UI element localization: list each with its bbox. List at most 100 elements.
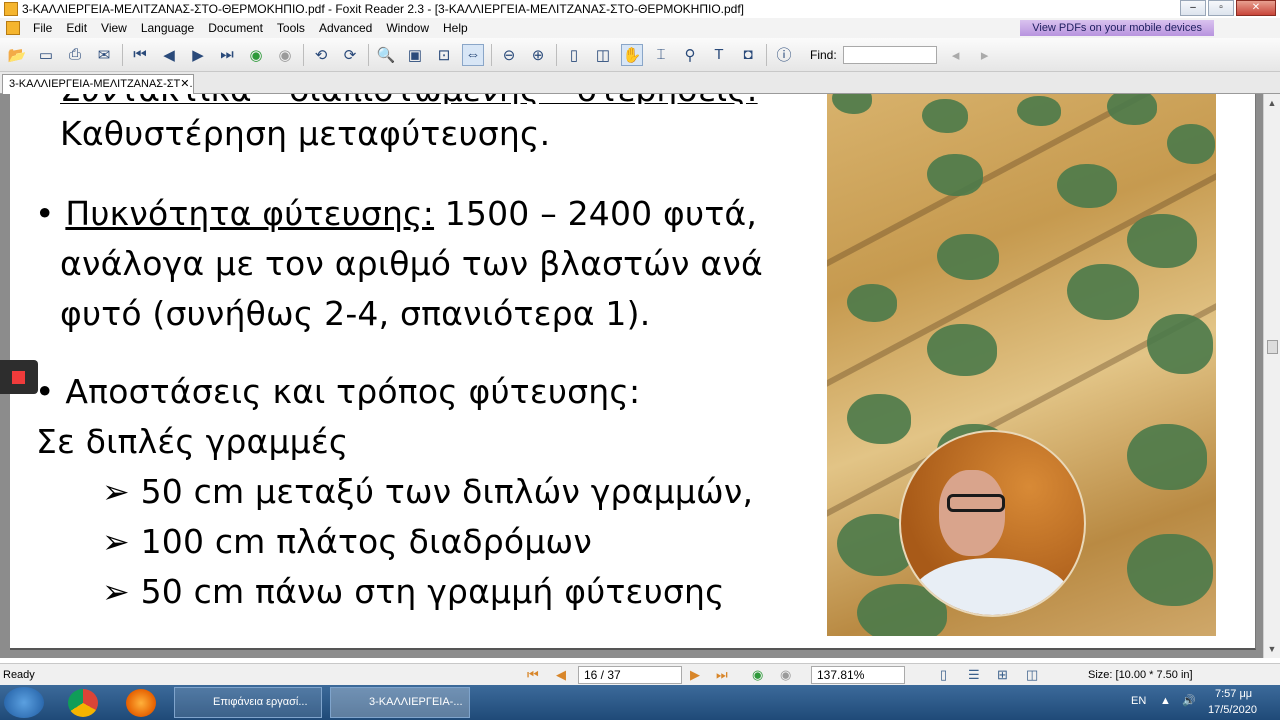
save-icon[interactable]: ▭ [35,44,57,66]
typewriter-icon[interactable]: T [708,44,730,66]
document-tab-label: 3-ΚΑΛΛΙΕΡΓΕΙΑ-ΜΕΛΙΤΖΑΝΑΣ-ΣΤ [9,78,181,90]
menu-edit[interactable]: Edit [59,21,94,35]
rotate-left-icon[interactable]: ⟲ [310,44,332,66]
hand-tool-icon[interactable]: ✋ [621,43,643,66]
language-indicator[interactable]: EN [1131,695,1146,707]
status-ready-text: Ready [3,669,35,681]
firefox-icon[interactable] [126,689,156,717]
menu-tools[interactable]: Tools [270,21,312,35]
menu-language[interactable]: Language [134,21,201,35]
density-line-3: φυτό (συνήθως 2-4, σπανιότερα 1). [60,294,651,333]
stop-icon [12,371,25,384]
density-value: 1500 – 2400 φυτά, [434,194,758,233]
chrome-icon[interactable] [68,689,98,717]
record-stop-button[interactable] [0,360,38,394]
rotate-right-icon[interactable]: ⟳ [339,44,361,66]
windows-taskbar: Επιφάνεια εργασί... 3-ΚΑΛΛΙΕΡΓΕΙΑ-... EN… [0,685,1280,720]
spacing-heading: Αποστάσεις και τρόπος φύτευσης: [65,372,641,411]
clock-date[interactable]: 17/5/2020 [1208,704,1257,716]
sub-bullet-1: ➢ 50 cm μεταξύ των διπλών γραμμών, [102,472,753,511]
status-prev-page-icon[interactable]: ◀ [556,667,566,683]
camera-icon[interactable]: ◘ [737,44,759,66]
zoom-out-icon[interactable]: ⊖ [498,44,520,66]
restore-button[interactable]: ▫ [1208,0,1234,16]
info-icon[interactable]: ⓘ [773,44,795,66]
show-hidden-icons-icon[interactable]: ▲ [1160,695,1171,707]
presenter-glasses [947,494,1005,512]
binoculars-icon[interactable]: ⚲ [679,44,701,66]
window-controls: – ▫ ✕ [1180,0,1276,16]
menu-file[interactable]: File [26,21,59,35]
scroll-down-icon[interactable]: ▼ [1267,644,1277,654]
next-page-icon[interactable]: ▶ [187,44,209,66]
zoom-tool-icon[interactable]: 🔍 [375,44,397,66]
email-icon[interactable]: ✉ [93,44,115,66]
close-tab-icon[interactable]: ✕ [180,78,189,90]
first-page-icon[interactable]: ⏮ [129,44,151,66]
document-view[interactable]: Συντακτικά – διαπιστωμένης – στερήσεις: … [0,94,1263,658]
continuous-view-icon[interactable]: ☰ [968,667,980,683]
main-toolbar: 📂 ▭ ⎙ ✉ ⏮ ◀ ▶ ⏭ ◉ ◉ ⟲ ⟳ 🔍 ▣ ⊡ ⇔ ⊖ ⊕ ▯ ◫ … [0,38,1280,72]
bullet-spacing: • Αποστάσεις και τρόπος φύτευσης: [35,372,640,411]
page-number-field[interactable]: 16 / 37 [578,666,682,684]
find-label: Find: [810,47,837,62]
document-menu-icon[interactable] [6,21,20,35]
actual-size-icon[interactable]: ▣ [404,44,426,66]
taskbar-foxit-button[interactable]: 3-ΚΑΛΛΙΕΡΓΕΙΑ-... [330,687,470,718]
sub-bullet-2-text: 100 cm πλάτος διαδρόμων [140,522,592,561]
minimize-button[interactable]: – [1180,0,1206,16]
webcam-overlay[interactable] [899,430,1086,617]
document-tab-bar: 3-ΚΑΛΛΙΕΡΓΕΙΑ-ΜΕΛΙΤΖΑΝΑΣ-ΣΤ✕. [0,72,1280,94]
go-back-icon[interactable]: ◉ [245,44,267,66]
toolbar-separator [491,43,492,66]
document-tab[interactable]: 3-ΚΑΛΛΙΕΡΓΕΙΑ-ΜΕΛΙΤΖΑΝΑΣ-ΣΤ✕. [2,74,194,94]
double-rows-subheading: Σε διπλές γραμμές [36,422,349,461]
find-next-icon[interactable]: ▸ [974,44,996,66]
menu-help[interactable]: Help [436,21,475,35]
snapshot-icon[interactable]: ◫ [592,44,614,66]
print-icon[interactable]: ⎙ [64,44,86,66]
last-page-icon[interactable]: ⏭ [216,44,238,66]
taskbar-desktop-button[interactable]: Επιφάνεια εργασί... [174,687,322,718]
scroll-up-icon[interactable]: ▲ [1267,98,1277,108]
mobile-promo-link[interactable]: View PDFs on your mobile devices [1020,20,1214,36]
find-previous-icon[interactable]: ◂ [945,44,967,66]
go-forward-icon[interactable]: ◉ [274,44,296,66]
status-next-page-icon[interactable]: ▶ [690,667,700,683]
facing-view-icon[interactable]: ⊞ [997,667,1008,683]
presenter-shirt [911,558,1071,615]
toolbar-separator [368,43,369,66]
zoom-in-icon[interactable]: ⊕ [527,44,549,66]
title-bar: 3-ΚΑΛΛΙΕΡΓΕΙΑ-ΜΕΛΙΤΖΑΝΑΣ-ΣΤΟ-ΘΕΡΜΟΚΗΠΙΟ.… [0,0,1280,18]
scrollbar-thumb[interactable] [1267,340,1278,354]
status-first-page-icon[interactable]: ⏮ [527,667,539,683]
toolbar-separator [556,43,557,66]
close-button[interactable]: ✕ [1236,0,1276,16]
open-folder-icon[interactable]: 📂 [6,44,28,66]
menu-bar: File Edit View Language Document Tools A… [0,18,1280,38]
status-last-page-icon[interactable]: ⏭ [716,667,728,683]
find-input[interactable] [842,45,937,64]
status-forward-icon[interactable]: ◉ [780,667,791,683]
toolbar-separator [122,43,123,66]
sub-bullet-1-text: 50 cm μεταξύ των διπλών γραμμών, [140,472,754,511]
start-button[interactable] [4,687,44,718]
continuous-facing-view-icon[interactable]: ◫ [1026,667,1038,683]
menu-window[interactable]: Window [379,21,436,35]
fit-page-icon[interactable]: ⊡ [433,44,455,66]
single-page-view-icon[interactable]: ▯ [940,667,947,683]
window-title: 3-ΚΑΛΛΙΕΡΓΕΙΑ-ΜΕΛΙΤΖΑΝΑΣ-ΣΤΟ-ΘΕΡΜΟΚΗΠΙΟ.… [22,2,745,16]
single-page-icon[interactable]: ▯ [563,44,585,66]
menu-view[interactable]: View [94,21,134,35]
status-back-icon[interactable]: ◉ [752,667,763,683]
vertical-scrollbar[interactable]: ▲ ▼ [1263,94,1280,658]
select-text-icon[interactable]: ⌶ [650,44,672,66]
zoom-level-field[interactable]: 137.81% [811,666,905,684]
fit-width-icon[interactable]: ⇔ [462,43,484,66]
volume-icon[interactable]: 🔊 [1182,694,1196,707]
toolbar-separator [303,43,304,66]
previous-page-icon[interactable]: ◀ [158,44,180,66]
menu-document[interactable]: Document [201,21,270,35]
menu-advanced[interactable]: Advanced [312,21,379,35]
clock-time[interactable]: 7:57 μμ [1215,688,1252,700]
